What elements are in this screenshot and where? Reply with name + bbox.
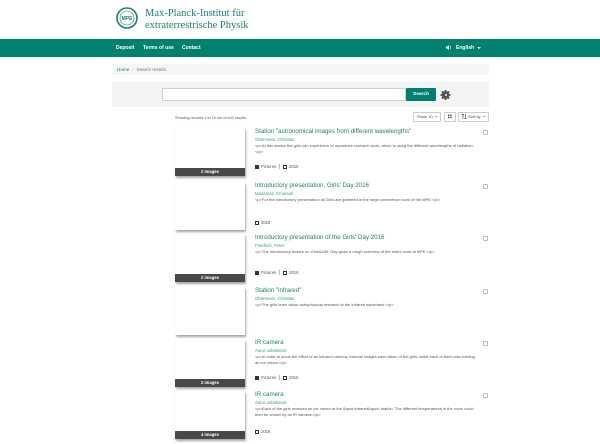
speaker-icon: [446, 44, 451, 50]
meta-divider: [279, 164, 281, 169]
image-count-badge: 2 images: [175, 168, 245, 176]
result-item: 2 images Station "astronomical images fr…: [175, 128, 490, 180]
chevron-down-icon: [434, 116, 437, 118]
sort-by-select[interactable]: Sort by: [458, 112, 489, 122]
language-selector[interactable]: English: [446, 39, 482, 57]
image-count-badge: 4 images: [175, 431, 245, 439]
result-type: Pictures: [261, 375, 277, 380]
search-button[interactable]: Search: [406, 88, 436, 101]
institute-line-1: Max-Planck-Institut für: [145, 8, 245, 19]
site-header: MPE Max-Planck-Institut für extraterrest…: [0, 0, 600, 39]
list-view-icon: [448, 114, 452, 119]
result-description: <p>Each of the girls received an ice cre…: [255, 406, 474, 417]
result-author-link[interactable]: Obermeier, Christian: [255, 296, 294, 301]
sort-by-label: Sort by: [468, 114, 481, 119]
result-title-link[interactable]: Introductory presentation, Girls' Day 20…: [255, 182, 369, 189]
select-checkbox[interactable]: [483, 130, 488, 135]
result-type: Pictures: [261, 270, 277, 275]
sort-icon: [461, 113, 467, 119]
result-author-link[interactable]: Madarasz, Emanuel: [255, 191, 293, 196]
result-thumbnail[interactable]: 4 images: [175, 391, 245, 439]
chevron-down-icon: [477, 46, 482, 49]
result-thumbnail[interactable]: [175, 287, 245, 335]
language-label: English: [456, 45, 475, 51]
result-year: 2016: [261, 429, 271, 434]
calendar-icon: [255, 220, 259, 225]
result-year: 2016: [289, 270, 299, 275]
breadcrumb: Home / Search results: [112, 64, 489, 75]
image-count-badge: 2 images: [175, 274, 245, 282]
result-description: <p>The girls learn about astrophysical r…: [255, 302, 394, 307]
nav-deposit[interactable]: Deposit: [116, 39, 134, 57]
meta-divider: [279, 375, 281, 380]
picture-icon: [255, 270, 259, 275]
result-author-link[interactable]: Obermeier, Christian: [255, 137, 294, 142]
meta-divider: [279, 270, 281, 275]
mpe-logo-icon[interactable]: MPE: [116, 7, 138, 29]
result-item: Introductory presentation, Girls' Day 20…: [175, 182, 490, 234]
view-toggle-button[interactable]: [444, 112, 456, 122]
breadcrumb-home[interactable]: Home: [117, 67, 129, 72]
result-title-link[interactable]: IR camera: [255, 391, 284, 398]
select-checkbox[interactable]: [483, 393, 488, 398]
show-per-page-label: Show 10: [417, 114, 433, 119]
institute-name[interactable]: Max-Planck-Institut für extraterrestrisc…: [145, 8, 249, 32]
result-meta: 2016: [255, 220, 270, 225]
nav-contact[interactable]: Contact: [182, 39, 201, 57]
result-title-link[interactable]: IR camera: [255, 339, 284, 346]
result-description: <p>In order to show the effect of an inf…: [255, 354, 475, 365]
result-thumbnail[interactable]: 2 images: [175, 234, 245, 282]
result-author-link[interactable]: Autor unbekannt: [255, 400, 287, 405]
breadcrumb-separator: /: [132, 67, 134, 72]
result-year: 2016: [289, 375, 299, 380]
select-checkbox[interactable]: [483, 289, 488, 294]
result-meta: 2016: [255, 429, 270, 434]
result-author-link[interactable]: Friedrich, Peter: [255, 243, 284, 248]
search-input[interactable]: [162, 88, 406, 101]
calendar-icon: [283, 270, 288, 275]
result-meta: Pictures 2016: [255, 270, 298, 275]
result-description: <p>For the introductory presentation all…: [255, 197, 440, 202]
calendar-icon: [283, 164, 288, 169]
breadcrumb-current: Search results: [136, 67, 166, 72]
chevron-down-icon: [482, 116, 485, 118]
gear-icon[interactable]: [440, 89, 452, 101]
result-description: <p>The introductory lecture on Girls&#39…: [255, 249, 435, 254]
show-per-page-select[interactable]: Show 10: [413, 112, 441, 122]
result-description: <p>At this station the girls can experie…: [255, 143, 474, 154]
institute-line-2: extraterrestrische Physik: [145, 20, 249, 31]
result-author-link[interactable]: Autor unbekannt: [255, 348, 287, 353]
image-count-badge: 2 images: [175, 379, 245, 387]
result-meta: Pictures 2016: [255, 164, 298, 169]
result-title-link[interactable]: Station "astronomical images from differ…: [255, 128, 411, 135]
result-year: 2016: [261, 220, 271, 225]
logo-text: MPE: [122, 16, 134, 22]
main-navbar: Deposit Terms of use Contact English: [0, 39, 600, 57]
picture-icon: [255, 375, 259, 380]
result-item: 2 images Introductory presentation of th…: [175, 234, 490, 286]
result-item: Station "infrared" Obermeier, Christian …: [175, 287, 490, 339]
result-thumbnail[interactable]: [175, 182, 245, 230]
result-meta: Pictures 2016: [255, 375, 298, 380]
select-checkbox[interactable]: [483, 236, 488, 241]
result-title-link[interactable]: Station "infrared": [255, 287, 301, 294]
result-item: 2 images IR camera Autor unbekannt <p>In…: [175, 339, 490, 391]
nav-terms-of-use[interactable]: Terms of use: [143, 39, 174, 57]
result-year: 2016: [289, 164, 299, 169]
select-checkbox[interactable]: [483, 341, 488, 346]
picture-icon: [255, 164, 259, 169]
result-thumbnail[interactable]: 2 images: [175, 339, 245, 387]
results-count: Showing records 1 to 10 out of 443 resul…: [175, 116, 248, 120]
select-checkbox[interactable]: [483, 184, 488, 189]
result-title-link[interactable]: Introductory presentation of the Girls' …: [255, 234, 384, 241]
calendar-icon: [255, 429, 259, 434]
result-item: 4 images IR camera Autor unbekannt <p>Ea…: [175, 391, 490, 443]
calendar-icon: [283, 375, 288, 380]
result-thumbnail[interactable]: 2 images: [175, 128, 245, 176]
result-type: Pictures: [261, 164, 277, 169]
